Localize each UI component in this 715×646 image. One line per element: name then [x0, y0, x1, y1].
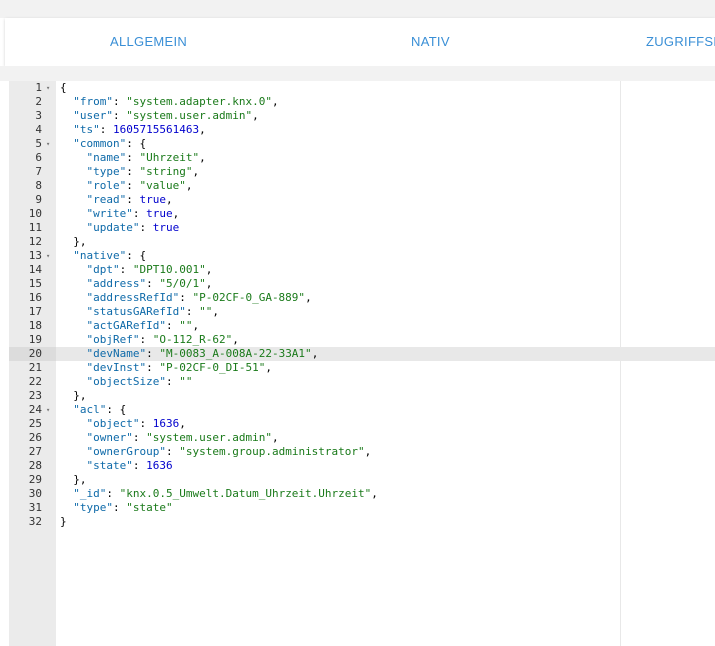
line-number: 13: [28, 249, 42, 262]
code-text: "_id": "knx.0.5_Umwelt.Datum_Uhrzeit.Uhr…: [73, 487, 378, 500]
code-text: "addressRefId": "P-02CF-0_GA-889",: [86, 291, 312, 304]
line-number: 15: [28, 277, 42, 290]
code-text: "devName": "M-0083_A-008A-22-33A1",: [86, 347, 319, 360]
code-text: "object": 1636,: [86, 417, 186, 430]
code-text: {: [60, 81, 67, 94]
code-text: "objRef": "O-112_R-62",: [86, 333, 239, 346]
fold-arrow-icon[interactable]: ▾: [46, 249, 50, 263]
code-text: "name": "Uhrzeit",: [86, 151, 206, 164]
code-text: "statusGARefId": "",: [86, 305, 219, 318]
line-number: 18: [28, 319, 42, 332]
code-text: "type": "state": [73, 501, 173, 514]
code-text: "devInst": "P-02CF-0_DI-51",: [86, 361, 272, 374]
tab-zugriffskontrolle[interactable]: ZUGRIFFSK: [646, 18, 715, 66]
line-number: 4: [35, 123, 42, 136]
code-text: "ts": 1605715561463,: [73, 123, 206, 136]
code-text: "from": "system.adapter.knx.0",: [73, 95, 279, 108]
code-text: },: [73, 389, 87, 402]
line-number: 31: [28, 501, 42, 514]
code-text: "state": 1636: [86, 459, 173, 472]
line-number: 21: [28, 361, 42, 374]
code-text: "user": "system.user.admin",: [73, 109, 259, 122]
line-number: 32: [28, 515, 42, 528]
code-text: "objectSize": "": [86, 375, 193, 388]
code-text: "acl": {: [73, 403, 127, 416]
tab-allgemein[interactable]: ALLGEMEIN: [110, 18, 187, 66]
code-text: "dpt": "DPT10.001",: [86, 263, 213, 276]
line-number: 9: [35, 193, 42, 206]
fold-arrow-icon[interactable]: ▾: [46, 403, 50, 417]
line-number: 2: [35, 95, 42, 108]
line-number: 20: [28, 347, 42, 360]
line-number: 17: [28, 305, 42, 318]
line-number: 29: [28, 473, 42, 486]
line-number: 5: [35, 137, 42, 150]
line-number: 27: [28, 445, 42, 458]
line-number: 23: [28, 389, 42, 402]
code-text: "type": "string",: [86, 165, 200, 178]
line-number: 19: [28, 333, 42, 346]
line-number: 24: [28, 403, 42, 416]
print-margin-line: [620, 81, 621, 646]
tab-content-gap: [0, 66, 715, 81]
line-number: 3: [35, 109, 42, 122]
code-text: "native": {: [73, 249, 147, 262]
line-number: 11: [28, 221, 42, 234]
fold-arrow-icon[interactable]: ▾: [46, 81, 50, 95]
json-code-editor[interactable]: 1 ▾ {2 "from": "system.adapter.knx.0", 3 "u…: [9, 81, 715, 646]
code-text: "update": true: [86, 221, 180, 234]
code-text: "owner": "system.user.admin",: [86, 431, 279, 444]
tab-nativ[interactable]: NATIV: [411, 18, 450, 66]
line-number: 25: [28, 417, 42, 430]
line-number: 28: [28, 459, 42, 472]
tab-bar: ALLGEMEIN NATIV ZUGRIFFSK: [5, 18, 715, 66]
code-text: "common": {: [73, 137, 147, 150]
line-number: 8: [35, 179, 42, 192]
line-number: 7: [35, 165, 42, 178]
code-text: },: [73, 473, 87, 486]
line-number: 6: [35, 151, 42, 164]
code-text: "read": true,: [86, 193, 173, 206]
line-number: 30: [28, 487, 42, 500]
code-text: }: [60, 515, 67, 528]
code-text: "ownerGroup": "system.group.administrato…: [86, 445, 372, 458]
code-text: "address": "5/0/1",: [86, 277, 213, 290]
code-text: "write": true,: [86, 207, 180, 220]
line-number: 1: [35, 81, 42, 94]
line-number: 14: [28, 263, 42, 276]
line-number: 16: [28, 291, 42, 304]
code-text: "role": "value",: [86, 179, 193, 192]
line-number: 10: [28, 207, 42, 220]
line-number: 26: [28, 431, 42, 444]
line-number: 12: [28, 235, 42, 248]
code-text: "actGARefId": "",: [86, 319, 200, 332]
line-number: 22: [28, 375, 42, 388]
top-band: [0, 0, 715, 18]
fold-arrow-icon[interactable]: ▾: [46, 137, 50, 151]
code-text: },: [73, 235, 87, 248]
